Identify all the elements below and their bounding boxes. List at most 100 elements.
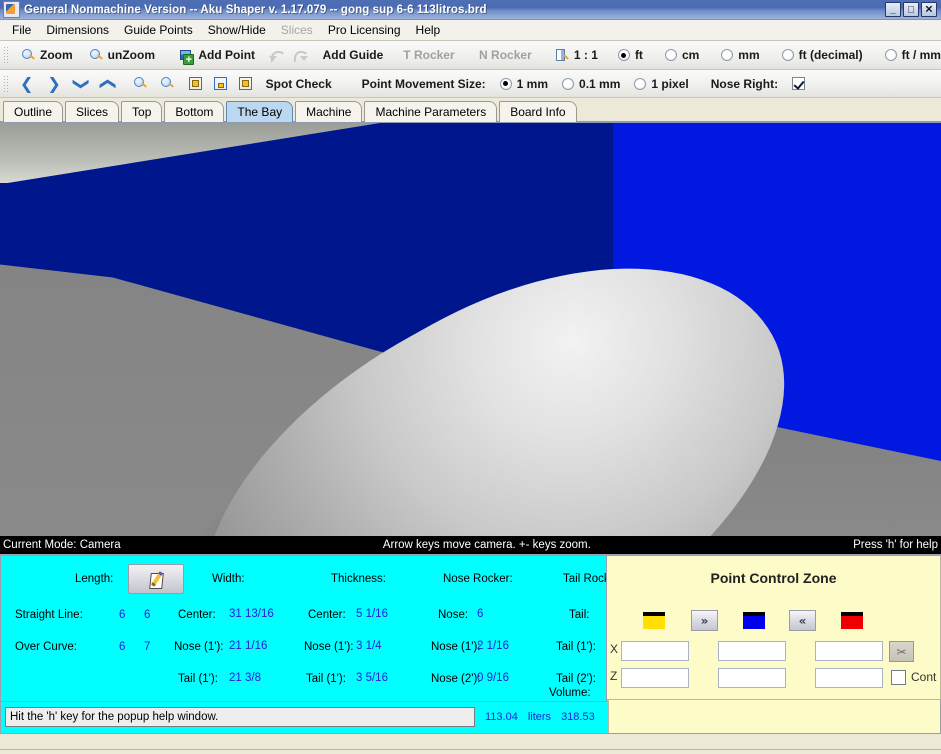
menu-file[interactable]: File: [5, 21, 39, 39]
prev-point-button[interactable]: «: [789, 610, 816, 631]
nav-up-icon[interactable]: ❯: [73, 70, 92, 97]
zoom-in-icon[interactable]: [133, 76, 148, 91]
tab-machine[interactable]: Machine: [295, 101, 363, 122]
tab-outline[interactable]: Outline: [3, 101, 64, 122]
3d-viewport[interactable]: Current Mode: Camera Arrow keys move cam…: [0, 122, 941, 554]
maximize-button[interactable]: □: [903, 2, 919, 17]
menu-pro-licensing[interactable]: Pro Licensing: [321, 21, 409, 39]
tail-rocker-tail1-label: Tail (1'):: [556, 641, 596, 653]
swatch-red[interactable]: [841, 612, 863, 629]
unit-ft[interactable]: ft: [617, 48, 643, 62]
unit-ft-mm-radio[interactable]: [884, 49, 897, 61]
movement-1mm-radio[interactable]: [499, 77, 512, 90]
unit-mm-radio[interactable]: [721, 49, 734, 61]
viewport-hint-text: Arrow keys move camera. +- keys zoom.: [382, 539, 591, 551]
pencil-edit-icon: [128, 564, 184, 594]
movement-1pixel[interactable]: 1 pixel: [634, 77, 689, 91]
ratio-button[interactable]: 1 : 1: [547, 45, 606, 66]
magnifier-minus-icon: [89, 48, 104, 63]
scissor-button[interactable]: ✂: [889, 641, 914, 662]
unit-ft-mm[interactable]: ft / mm: [884, 48, 941, 62]
movement-1pixel-radio[interactable]: [634, 77, 647, 90]
next-point-button[interactable]: »: [691, 610, 718, 631]
unit-cm[interactable]: cm: [664, 48, 700, 62]
unit-ft-decimal-radio[interactable]: [781, 49, 794, 61]
unit-ft-radio[interactable]: [617, 49, 630, 61]
x-input-2[interactable]: [718, 641, 786, 661]
z-input-2[interactable]: [718, 668, 786, 688]
unit-mm[interactable]: mm: [721, 48, 760, 62]
tab-bottom[interactable]: Bottom: [164, 101, 225, 122]
swatch-yellow[interactable]: [643, 612, 665, 629]
viewport-status-bar: Current Mode: Camera Arrow keys move cam…: [0, 536, 941, 554]
swatch-blue-fill: [743, 616, 765, 629]
edit-dimensions-button[interactable]: [128, 564, 184, 594]
spot-check-button[interactable]: Spot Check: [260, 75, 338, 93]
zoom-button[interactable]: Zoom: [13, 45, 81, 66]
swatch-blue[interactable]: [743, 612, 765, 629]
nose-rocker-nose-label: Nose:: [438, 609, 469, 621]
header-tail-rocker: Tail Rocker:: [563, 573, 606, 585]
x-input-3[interactable]: [815, 641, 883, 661]
unit-ft-mm-label: ft / mm: [901, 48, 941, 62]
viewport-help-text: Press 'h' for help: [853, 539, 938, 551]
point-control-zone: Point Control Zone » « X ✂ Z Cont: [607, 556, 941, 700]
tab-board-info[interactable]: Board Info: [499, 101, 577, 122]
unit-ft-decimal[interactable]: ft (decimal): [781, 48, 863, 62]
ratio-label: 1 : 1: [573, 48, 598, 62]
volume-liters-value: 113.04: [485, 710, 518, 723]
menu-help[interactable]: Help: [409, 21, 449, 39]
cont-label: Cont: [911, 670, 937, 684]
x-input-1[interactable]: [621, 641, 689, 661]
point-movement-size-label: Point Movement Size:: [361, 76, 486, 91]
menu-dimensions[interactable]: Dimensions: [39, 21, 117, 39]
unit-cm-label: cm: [681, 48, 700, 62]
unit-cm-radio[interactable]: [664, 49, 677, 61]
undo-icon: [269, 48, 287, 63]
zoom-out-icon[interactable]: [160, 76, 175, 91]
n-rocker-button: N Rocker: [479, 48, 532, 62]
nav-down-icon[interactable]: ❮: [100, 70, 119, 97]
nose-rocker-nose2-label: Nose (2'):: [431, 673, 481, 685]
status-bar-right-filler: [608, 700, 940, 733]
close-button[interactable]: ✕: [921, 2, 937, 17]
thickness-nose1-label: Nose (1'):: [304, 641, 354, 653]
menu-show-hide[interactable]: Show/Hide: [201, 21, 274, 39]
width-center-label: Center:: [178, 609, 216, 621]
toolbar2-grip[interactable]: [2, 73, 9, 94]
add-guide-button[interactable]: Add Guide: [317, 46, 390, 64]
toolbar-grip[interactable]: [2, 45, 9, 65]
fit-all-icon[interactable]: [238, 76, 253, 91]
tab-machine-parameters[interactable]: Machine Parameters: [364, 101, 498, 122]
tab-the-bay[interactable]: The Bay: [226, 101, 294, 122]
movement-1mm[interactable]: 1 mm: [499, 76, 549, 91]
nose-rocker-nose1-value: 2 1/16: [477, 640, 509, 652]
volume-label: Volume:: [549, 687, 591, 699]
redo-icon: [292, 48, 310, 63]
z-input-3[interactable]: [815, 668, 883, 688]
unit-mm-label: mm: [738, 48, 760, 62]
movement-01mm-radio[interactable]: [562, 77, 575, 90]
add-point-button[interactable]: Add Point: [171, 45, 263, 66]
status-bar: Hit the 'h' key for the popup help windo…: [0, 700, 941, 734]
fit-height-icon[interactable]: [213, 76, 228, 91]
menu-guide-points[interactable]: Guide Points: [117, 21, 201, 39]
title-bar: General Nonmachine Version -- Aku Shaper…: [0, 0, 941, 20]
z-input-1[interactable]: [621, 668, 689, 688]
unzoom-button[interactable]: unZoom: [81, 45, 163, 66]
nose-right-label: Nose Right:: [710, 76, 779, 91]
nav-left-icon[interactable]: ❮: [13, 75, 40, 92]
fit-width-icon[interactable]: [188, 76, 203, 91]
movement-1mm-label: 1 mm: [516, 76, 549, 91]
cont-checkbox[interactable]: [891, 670, 906, 685]
tab-slices[interactable]: Slices: [65, 101, 120, 122]
tab-top[interactable]: Top: [121, 101, 163, 122]
nose-right-checkbox[interactable]: [792, 77, 806, 90]
dimensions-grid: Length: Width: Thickness: Nose Rocker: T…: [1, 556, 606, 701]
tail-rocker-tail2-label: Tail (2'):: [556, 673, 596, 685]
volume-alt-value: 318.53: [561, 710, 595, 723]
tail-rocker-tail-label: Tail:: [569, 609, 590, 621]
movement-01mm[interactable]: 0.1 mm: [562, 77, 620, 91]
nav-right-icon[interactable]: ❯: [40, 75, 67, 92]
minimize-button[interactable]: _: [885, 2, 901, 17]
